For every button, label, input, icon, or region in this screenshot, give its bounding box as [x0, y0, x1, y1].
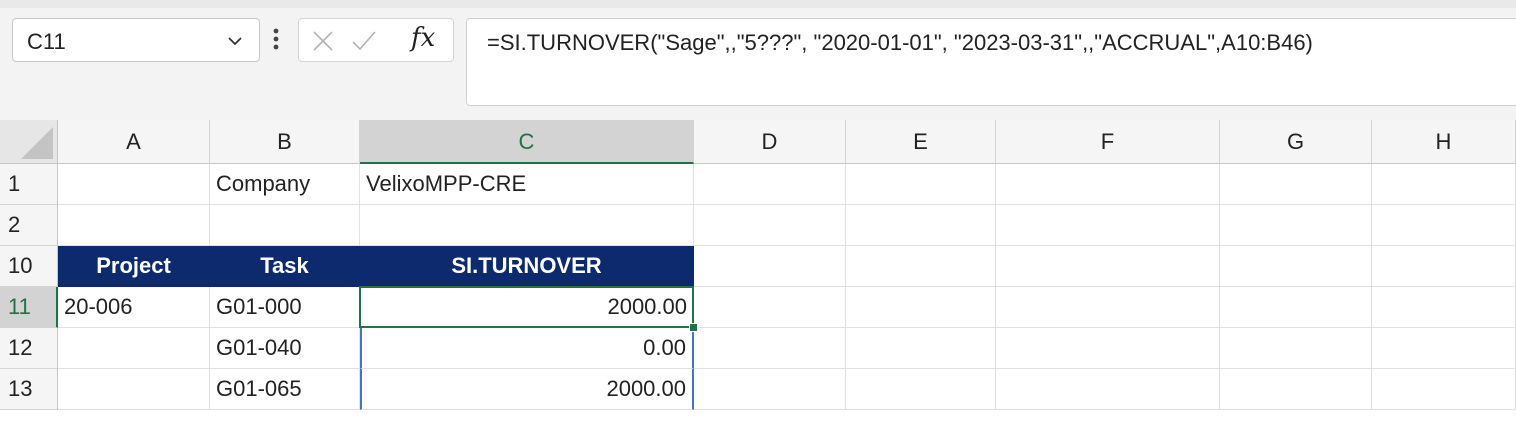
column-header-c[interactable]: C — [360, 120, 694, 164]
worksheet-grid[interactable]: A B C D E F G H 1 Company VelixoMPP-CRE 2 10 Project T… — [0, 120, 1516, 438]
cell-e10[interactable] — [846, 246, 996, 287]
cell-e1[interactable] — [846, 164, 996, 205]
cell-f10[interactable] — [996, 246, 1220, 287]
select-all-triangle-icon — [21, 127, 53, 159]
cell-g11[interactable] — [1220, 287, 1372, 328]
cell-h12[interactable] — [1372, 328, 1516, 369]
cell-d11[interactable] — [694, 287, 846, 328]
cell-a2[interactable] — [58, 205, 210, 246]
insert-function-icon[interactable]: fx — [411, 23, 435, 53]
cell-f1[interactable] — [996, 164, 1220, 205]
row-header-12[interactable]: 12 — [0, 328, 58, 369]
checkmark-icon[interactable] — [351, 29, 377, 53]
column-header-h[interactable]: H — [1372, 120, 1516, 164]
cell-g10[interactable] — [1220, 246, 1372, 287]
column-header-a[interactable]: A — [58, 120, 210, 164]
cell-d1[interactable] — [694, 164, 846, 205]
cell-a10[interactable]: Project — [58, 246, 210, 287]
cell-h1[interactable] — [1372, 164, 1516, 205]
cell-c1[interactable]: VelixoMPP-CRE — [360, 164, 694, 205]
ribbon-edge — [0, 0, 1516, 8]
cell-d13[interactable] — [694, 369, 846, 410]
cell-d10[interactable] — [694, 246, 846, 287]
cell-g12[interactable] — [1220, 328, 1372, 369]
formula-input[interactable]: =SI.TURNOVER("Sage",,"5???", "2020-01-01… — [466, 18, 1516, 106]
row-header-2[interactable]: 2 — [0, 205, 58, 246]
cell-c12[interactable]: 0.00 — [360, 328, 694, 369]
cell-b1[interactable]: Company — [210, 164, 360, 205]
chevron-down-icon[interactable] — [225, 31, 245, 51]
column-header-b[interactable]: B — [210, 120, 360, 164]
cell-b2[interactable] — [210, 205, 360, 246]
row-header-10[interactable]: 10 — [0, 246, 58, 287]
cell-h10[interactable] — [1372, 246, 1516, 287]
cell-f12[interactable] — [996, 328, 1220, 369]
column-header-d[interactable]: D — [694, 120, 846, 164]
cell-a11[interactable]: 20-006 — [58, 287, 210, 328]
cell-c10[interactable]: SI.TURNOVER — [360, 246, 694, 287]
row-header-11[interactable]: 11 — [0, 287, 58, 328]
cell-h13[interactable] — [1372, 369, 1516, 410]
column-header-f[interactable]: F — [996, 120, 1220, 164]
cell-g1[interactable] — [1220, 164, 1372, 205]
cell-e12[interactable] — [846, 328, 996, 369]
excel-window: C11 fx =SI.TURNOVER("Sage",,"5???", "202… — [0, 0, 1516, 438]
more-options-icon[interactable] — [270, 22, 282, 56]
cell-a1[interactable] — [58, 164, 210, 205]
cell-b13[interactable]: G01-065 — [210, 369, 360, 410]
name-box-value: C11 — [27, 29, 66, 54]
cell-e11[interactable] — [846, 287, 996, 328]
cell-c2[interactable] — [360, 205, 694, 246]
cell-b12[interactable]: G01-040 — [210, 328, 360, 369]
cell-g2[interactable] — [1220, 205, 1372, 246]
cell-d12[interactable] — [694, 328, 846, 369]
cell-a13[interactable] — [58, 369, 210, 410]
name-box[interactable]: C11 — [12, 18, 260, 62]
cell-e2[interactable] — [846, 205, 996, 246]
cell-f11[interactable] — [996, 287, 1220, 328]
select-all-button[interactable] — [0, 120, 58, 164]
cell-b10[interactable]: Task — [210, 246, 360, 287]
cell-d2[interactable] — [694, 205, 846, 246]
cell-f13[interactable] — [996, 369, 1220, 410]
cell-e13[interactable] — [846, 369, 996, 410]
cell-h11[interactable] — [1372, 287, 1516, 328]
cell-c11[interactable]: 2000.00 — [360, 287, 694, 328]
fill-handle[interactable] — [689, 323, 698, 332]
column-header-e[interactable]: E — [846, 120, 996, 164]
formula-text: =SI.TURNOVER("Sage",,"5???", "2020-01-01… — [487, 30, 1313, 55]
cell-f2[interactable] — [996, 205, 1220, 246]
cell-a12[interactable] — [58, 328, 210, 369]
cell-b11[interactable]: G01-000 — [210, 287, 360, 328]
cell-h2[interactable] — [1372, 205, 1516, 246]
row-header-1[interactable]: 1 — [0, 164, 58, 205]
cancel-icon[interactable] — [311, 29, 335, 53]
cell-c13[interactable]: 2000.00 — [360, 369, 694, 410]
column-header-g[interactable]: G — [1220, 120, 1372, 164]
formula-controls: fx — [298, 18, 454, 62]
cell-g13[interactable] — [1220, 369, 1372, 410]
row-header-13[interactable]: 13 — [0, 369, 58, 410]
